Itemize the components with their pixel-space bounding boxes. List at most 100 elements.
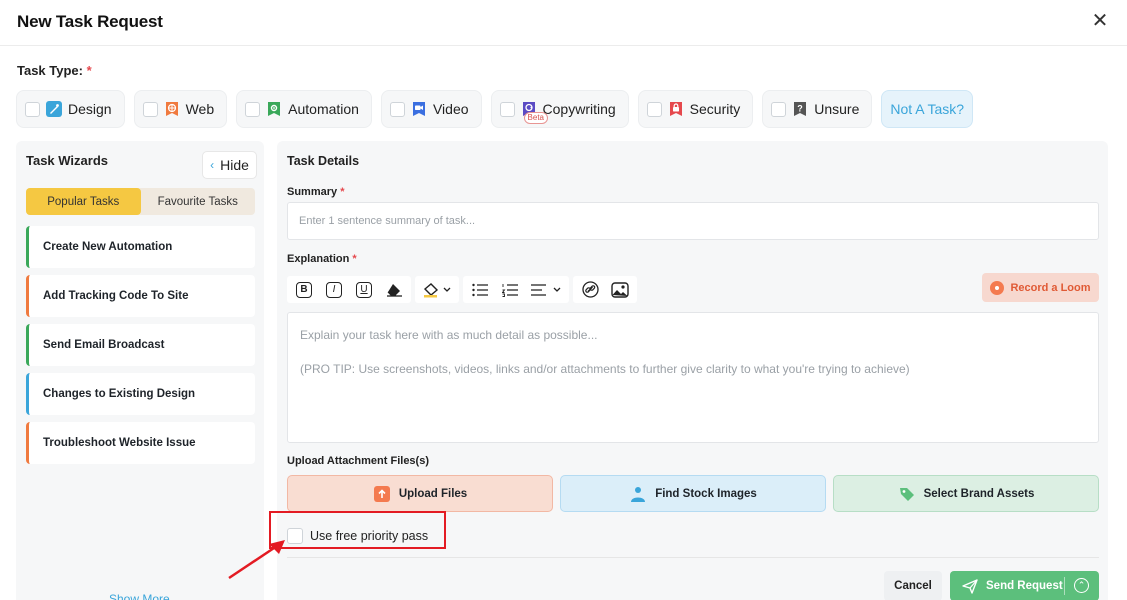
- web-icon: [164, 101, 180, 117]
- find-stock-images-label: Find Stock Images: [655, 487, 757, 500]
- bulleted-list-button[interactable]: [467, 279, 493, 301]
- stock-image-icon: [631, 486, 646, 502]
- explanation-placeholder: Explain your task here with as much deta…: [300, 328, 598, 342]
- select-brand-assets-button[interactable]: Select Brand Assets: [833, 475, 1099, 512]
- hide-label: Hide: [220, 157, 249, 173]
- numbered-list-button[interactable]: [497, 279, 523, 301]
- record-icon: [990, 280, 1005, 295]
- tab-favourite-tasks[interactable]: Favourite Tasks: [141, 188, 256, 215]
- brand-assets-icon: [899, 487, 914, 501]
- not-a-task-button[interactable]: Not A Task?: [881, 90, 974, 128]
- find-stock-images-button[interactable]: Find Stock Images: [560, 475, 826, 512]
- automation-icon: [266, 101, 282, 117]
- dialog-header: New Task Request ✕: [0, 0, 1127, 46]
- link-button[interactable]: [577, 279, 603, 301]
- wizard-item-troubleshoot-website[interactable]: Troubleshoot Website Issue: [26, 422, 255, 464]
- image-button[interactable]: [607, 279, 633, 301]
- upload-files-button[interactable]: Upload Files: [287, 475, 553, 512]
- wizard-item-send-email-broadcast[interactable]: Send Email Broadcast: [26, 324, 255, 366]
- task-type-security[interactable]: Security: [637, 90, 754, 128]
- wizard-tabs: Popular Tasks Favourite Tasks: [26, 188, 255, 215]
- task-details-title: Task Details: [287, 154, 360, 168]
- task-type-security-label: Security: [689, 101, 741, 117]
- priority-pass-checkbox[interactable]: [287, 528, 303, 544]
- design-icon: [46, 101, 62, 117]
- bold-icon: B: [296, 281, 312, 298]
- upload-files-label: Upload Files: [398, 487, 468, 500]
- footer-divider: [287, 557, 1099, 558]
- task-type-web-label: Web: [185, 101, 215, 117]
- svg-text:?: ?: [798, 104, 804, 114]
- task-type-automation[interactable]: Automation: [236, 90, 372, 128]
- upload-options: Upload Files Find Stock Images Select Br…: [287, 475, 1099, 512]
- eraser-button[interactable]: [381, 279, 407, 301]
- wizard-item-add-tracking-code[interactable]: Add Tracking Code To Site: [26, 275, 255, 317]
- task-type-unsure-label: Unsure: [814, 101, 860, 117]
- copywriting-checkbox[interactable]: [499, 101, 515, 117]
- web-checkbox[interactable]: [142, 101, 158, 117]
- align-left-icon: [531, 283, 561, 296]
- format-group: B I U: [287, 276, 411, 303]
- unsure-icon: ?: [792, 101, 808, 117]
- task-type-design[interactable]: Design: [16, 90, 125, 128]
- chevron-up-icon[interactable]: ⌃: [1074, 578, 1089, 593]
- explanation-editor[interactable]: Explain your task here with as much deta…: [287, 312, 1099, 443]
- chevron-left-icon: ‹: [210, 158, 215, 172]
- insert-group: [573, 276, 637, 303]
- send-request-button[interactable]: Send Request ⌃: [950, 571, 1099, 600]
- task-type-automation-label: Automation: [288, 101, 359, 117]
- summary-input[interactable]: [287, 202, 1099, 240]
- highlight-icon: [423, 282, 451, 297]
- design-checkbox[interactable]: [25, 101, 40, 117]
- cancel-button[interactable]: Cancel: [884, 571, 942, 600]
- image-icon: [611, 281, 629, 298]
- security-checkbox[interactable]: [646, 101, 662, 117]
- underline-icon: U: [356, 281, 372, 298]
- task-wizards-title: Task Wizards: [26, 153, 109, 168]
- unsure-checkbox[interactable]: [771, 101, 787, 117]
- dialog-title: New Task Request: [17, 12, 163, 31]
- task-type-copywriting[interactable]: Beta Copywriting: [490, 90, 629, 128]
- close-icon[interactable]: ✕: [1091, 11, 1109, 31]
- task-type-design-label: Design: [68, 101, 112, 117]
- underline-button[interactable]: U: [351, 279, 377, 301]
- send-request-label: Send Request: [986, 580, 1063, 592]
- record-loom-button[interactable]: Record a Loom: [982, 273, 1099, 302]
- task-type-video-label: Video: [432, 101, 469, 117]
- wizard-item-changes-existing-design[interactable]: Changes to Existing Design: [26, 373, 255, 415]
- select-brand-assets-label: Select Brand Assets: [923, 487, 1035, 500]
- italic-button[interactable]: I: [321, 279, 347, 301]
- numbered-list-icon: [502, 283, 518, 297]
- annotation-arrow: [228, 540, 285, 580]
- video-icon: [411, 101, 427, 117]
- show-more-link[interactable]: Show More: [109, 592, 170, 600]
- attachments-label: Upload Attachment Files(s): [287, 455, 429, 467]
- task-type-video[interactable]: Video: [380, 90, 482, 128]
- highlight-group: [415, 276, 459, 303]
- record-loom-label: Record a Loom: [1010, 281, 1091, 294]
- align-button[interactable]: [527, 279, 565, 301]
- task-wizards-panel: Task Wizards ‹ Hide Popular Tasks Favour…: [16, 141, 264, 600]
- beta-badge: Beta: [523, 112, 548, 124]
- task-type-unsure[interactable]: ? Unsure: [762, 90, 873, 128]
- bold-button[interactable]: B: [291, 279, 317, 301]
- bulleted-list-icon: [472, 283, 488, 296]
- task-type-label: Task Type: *: [17, 63, 92, 78]
- wizard-item-create-new-automation[interactable]: Create New Automation: [26, 226, 255, 268]
- italic-icon: I: [326, 281, 342, 298]
- security-icon: [668, 101, 684, 117]
- wizard-list: Create New Automation Add Tracking Code …: [26, 226, 255, 471]
- send-divider: [1064, 577, 1065, 595]
- tab-popular-tasks[interactable]: Popular Tasks: [26, 188, 141, 215]
- task-type-copywriting-label: Copywriting: [542, 101, 616, 117]
- video-checkbox[interactable]: [389, 101, 405, 117]
- list-group: [463, 276, 569, 303]
- automation-checkbox[interactable]: [245, 101, 261, 117]
- not-a-task-label: Not A Task?: [890, 101, 965, 117]
- highlight-button[interactable]: [419, 279, 455, 301]
- priority-pass-label: Use free priority pass: [310, 529, 429, 543]
- summary-label: Summary *: [287, 186, 345, 198]
- hide-button[interactable]: ‹ Hide: [202, 151, 257, 179]
- task-type-web[interactable]: Web: [133, 90, 228, 128]
- send-icon: [962, 578, 978, 594]
